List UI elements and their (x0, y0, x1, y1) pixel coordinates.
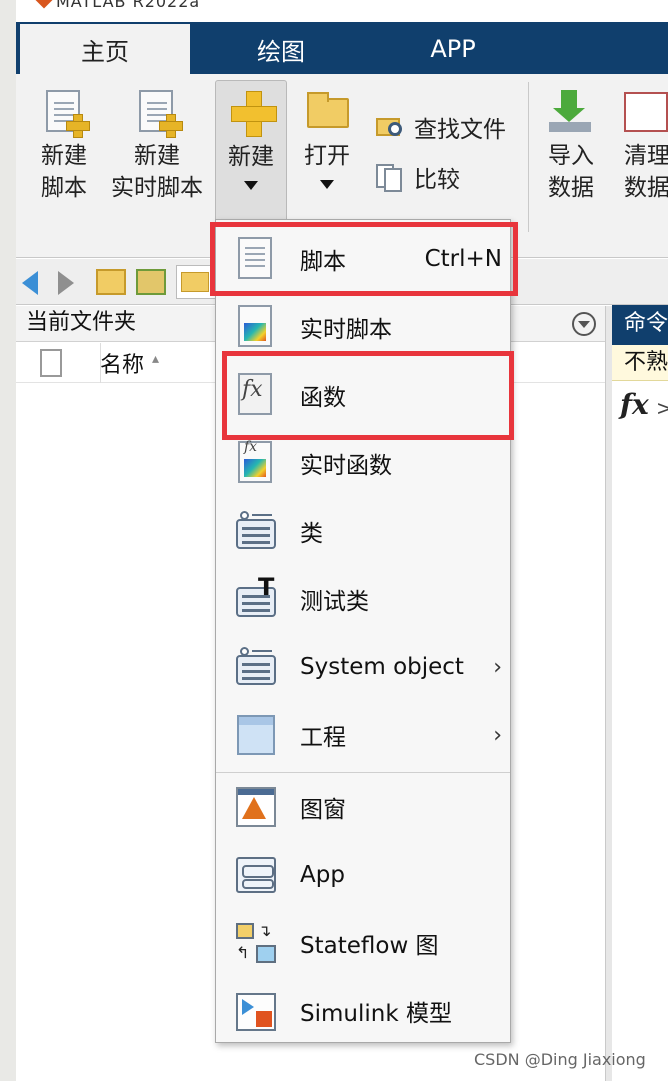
path-field[interactable] (176, 265, 216, 299)
find-files-label: 查找文件 (414, 117, 506, 143)
fx-icon[interactable]: fx (620, 388, 649, 421)
menu-divider (216, 772, 510, 773)
command-prompt: >> (656, 396, 668, 420)
menu-item-label: 图窗 (300, 797, 346, 823)
clean-data-label: 清理 数据 (624, 143, 668, 201)
ribbon-separator (528, 82, 529, 232)
new-dropdown-button[interactable]: 新建 (215, 80, 287, 222)
menu-item-live-function[interactable]: fx 实时函数 (216, 430, 510, 496)
new-live-script-icon (133, 88, 183, 138)
menu-item-app[interactable]: App (216, 842, 510, 908)
new-label: 新建 (228, 144, 274, 170)
menu-item-label: 函数 (300, 385, 346, 411)
new-script-button[interactable]: 新建 脚本 (22, 88, 106, 204)
panel-options-icon[interactable] (572, 312, 596, 336)
import-data-button[interactable]: 导入 数据 (538, 88, 604, 204)
find-files-button[interactable]: 查找文件 (374, 110, 506, 144)
menu-item-label: 测试类 (300, 589, 369, 615)
menu-item-script[interactable]: 脚本 Ctrl+N (216, 226, 510, 292)
name-column-header[interactable]: 名称 (100, 347, 144, 379)
live-function-icon: fx (234, 439, 278, 485)
clean-data-icon (614, 88, 668, 136)
system-object-icon (234, 645, 278, 689)
menu-item-label: 实时函数 (300, 453, 392, 479)
up-folder-icon[interactable] (96, 269, 126, 295)
menu-item-shortcut: Ctrl+N (424, 246, 502, 272)
script-icon (234, 237, 278, 281)
import-data-icon (547, 88, 595, 136)
new-script-icon (40, 88, 90, 138)
menu-item-test-class[interactable]: T 测试类 (216, 566, 510, 632)
menu-item-project[interactable]: 工程 › (216, 702, 510, 768)
find-files-icon (374, 112, 406, 142)
matlab-logo-icon (35, 0, 53, 9)
app-icon (234, 853, 278, 897)
current-folder-title: 当前文件夹 (26, 310, 137, 335)
background-document-edge (0, 0, 16, 1081)
command-window-title: 命令行窗口 (624, 311, 668, 336)
panel-splitter[interactable] (605, 306, 612, 1081)
test-class-icon: T (234, 573, 278, 621)
menu-item-label: Stateflow 图 (300, 933, 439, 959)
figure-icon (234, 785, 278, 829)
new-script-label: 新建 脚本 (41, 143, 87, 201)
function-icon: fx (234, 373, 278, 417)
stateflow-icon: ↴ ↰ (234, 921, 278, 965)
ribbon-tab-bar: 主页 绘图 APP (16, 22, 668, 74)
tab-home[interactable]: 主页 (20, 24, 190, 74)
menu-item-class[interactable]: 类 (216, 498, 510, 564)
info-text: 不熟悉 MATLAB? (624, 350, 668, 375)
menu-item-label: 脚本 (300, 249, 346, 275)
dropdown-arrow-icon (320, 180, 334, 189)
menu-item-simulink[interactable]: Simulink 模型 (216, 978, 510, 1044)
menu-item-figure[interactable]: 图窗 (216, 774, 510, 840)
menu-item-label: System object (300, 654, 464, 680)
class-icon (234, 509, 278, 553)
open-folder-icon (303, 88, 351, 136)
submenu-arrow-icon: › (493, 722, 502, 748)
tab-apps[interactable]: APP (368, 24, 538, 74)
live-script-icon (234, 305, 278, 349)
dropdown-arrow-icon (244, 181, 258, 190)
menu-item-system-object[interactable]: System object › (216, 634, 510, 700)
tab-plots[interactable]: 绘图 (196, 24, 366, 74)
file-type-icon (40, 349, 62, 377)
clean-data-button[interactable]: 清理 数据 (614, 88, 668, 204)
command-window-info-bar: 不熟悉 MATLAB? (612, 345, 668, 381)
project-icon (234, 713, 278, 757)
menu-item-label: 类 (300, 521, 323, 547)
simulink-icon (234, 989, 278, 1033)
back-arrow-icon[interactable] (22, 271, 38, 295)
new-plus-icon (227, 89, 277, 137)
compare-label: 比较 (414, 167, 460, 193)
command-window[interactable] (612, 382, 668, 1081)
open-button[interactable]: 打开 (294, 88, 360, 189)
menu-item-label: Simulink 模型 (300, 1001, 452, 1027)
sort-indicator-icon: ▴ (152, 351, 160, 367)
new-live-script-label: 新建 实时脚本 (111, 143, 203, 201)
browse-folder-icon[interactable] (136, 269, 166, 295)
menu-item-label: App (300, 862, 345, 888)
menu-item-function[interactable]: fx 函数 (216, 362, 510, 428)
menu-item-live-script[interactable]: 实时脚本 (216, 294, 510, 360)
import-data-label: 导入 数据 (548, 143, 594, 201)
submenu-arrow-icon: › (493, 654, 502, 680)
title-bar: MATLAB R2022a (16, 0, 668, 22)
watermark: CSDN @Ding Jiaxiong (474, 1050, 646, 1069)
forward-arrow-icon[interactable] (58, 271, 74, 295)
new-dropdown-menu: 脚本 Ctrl+N 实时脚本 fx 函数 fx 实时函数 类 T 测试类 Sys… (215, 219, 511, 1043)
open-label: 打开 (304, 143, 350, 169)
window-title: MATLAB R2022a (56, 0, 201, 11)
new-live-script-button[interactable]: 新建 实时脚本 (104, 88, 210, 204)
menu-item-label: 工程 (300, 725, 346, 751)
command-window-header: 命令行窗口 (612, 305, 668, 345)
folder-icon (181, 272, 209, 292)
menu-item-stateflow[interactable]: ↴ ↰ Stateflow 图 (216, 910, 510, 976)
menu-item-label: 实时脚本 (300, 317, 392, 343)
compare-button[interactable]: 比较 (374, 160, 460, 194)
compare-icon (374, 162, 406, 192)
